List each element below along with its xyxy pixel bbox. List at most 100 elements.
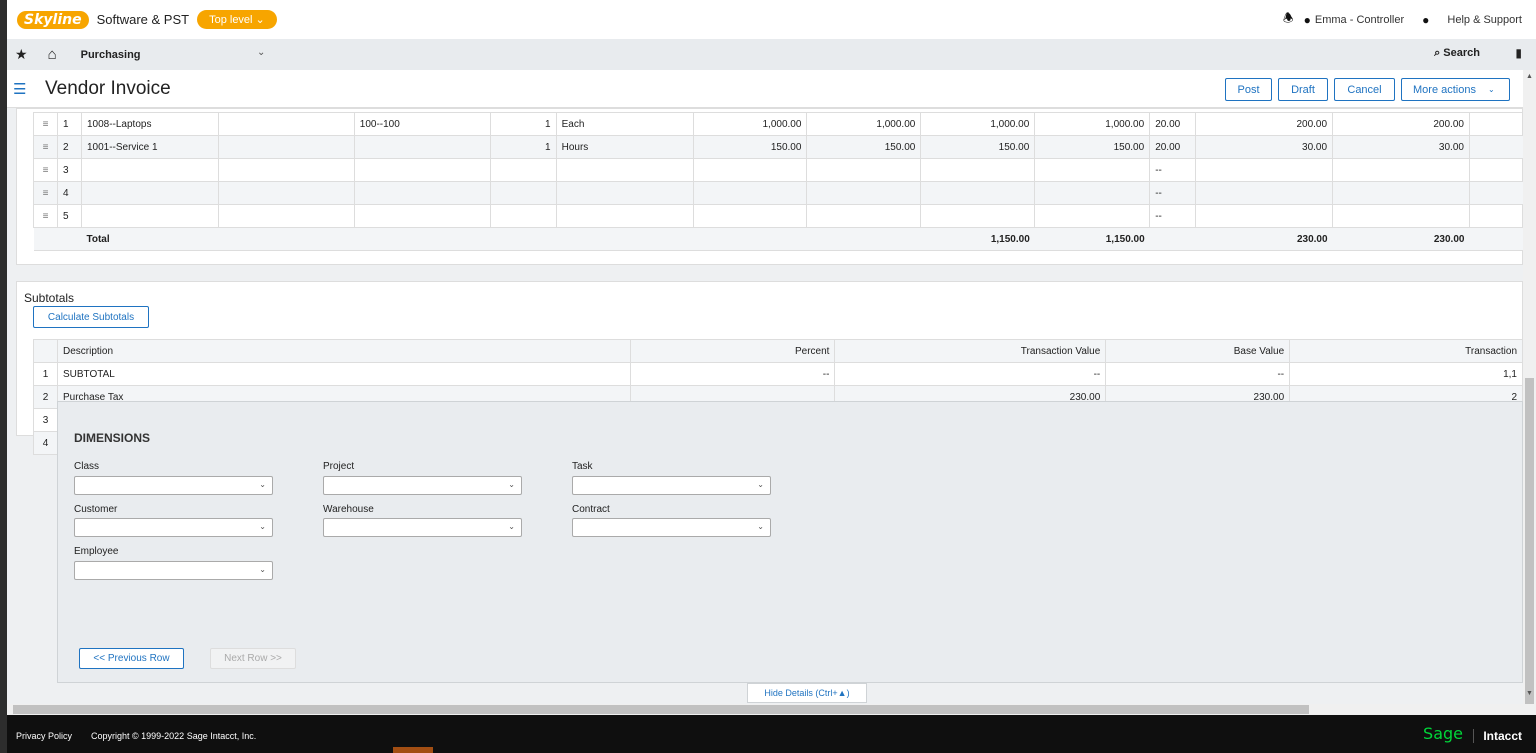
line-cell-extra[interactable] <box>1468 135 1523 159</box>
line-cell-p2[interactable] <box>806 181 922 205</box>
more-actions-dropdown[interactable]: More actions ⌄ <box>1401 78 1510 101</box>
line-cell-t2[interactable] <box>1332 181 1470 205</box>
line-cell-p3[interactable] <box>920 181 1036 205</box>
line-cell-rate[interactable]: -- <box>1149 181 1197 205</box>
line-cell-item[interactable]: 1008--Laptops <box>80 112 219 136</box>
project-select[interactable]: ⌄ <box>323 476 522 495</box>
line-cell-p4[interactable]: 1,000.00 <box>1034 112 1151 136</box>
line-cell-t1[interactable]: 30.00 <box>1195 135 1334 159</box>
line-cell-extra[interactable] <box>1468 112 1523 136</box>
search-button[interactable]: ⌕ Search <box>1434 47 1480 60</box>
hide-details-tab[interactable]: Hide Details (Ctrl+▲) <box>747 683 867 703</box>
bookmark-icon[interactable]: ▮ <box>1515 46 1522 60</box>
line-item-row[interactable]: ≡ 2 1001--Service 1 1 Hours 150.00 150.00 150.0… <box>33 135 1523 159</box>
class-select[interactable]: ⌄ <box>74 476 273 495</box>
draft-button[interactable]: Draft <box>1278 78 1328 101</box>
line-cell-c2[interactable] <box>217 204 355 228</box>
line-cell-extra[interactable] <box>1468 204 1523 228</box>
line-cell-p4[interactable] <box>1034 204 1151 228</box>
contract-select[interactable]: ⌄ <box>572 518 771 537</box>
line-cell-unit[interactable]: Each <box>555 112 694 136</box>
line-cell-p1[interactable]: 150.00 <box>692 135 808 159</box>
line-cell-c3[interactable] <box>353 181 491 205</box>
previous-row-button[interactable]: << Previous Row <box>79 648 184 669</box>
line-item-row[interactable]: ≡ 5 -- <box>33 204 1523 228</box>
line-cell-p1[interactable] <box>692 204 808 228</box>
cancel-button[interactable]: Cancel <box>1334 78 1395 101</box>
scroll-up-arrow-icon[interactable]: ▲ <box>1526 73 1533 80</box>
line-cell-extra[interactable] <box>1468 158 1523 182</box>
home-icon[interactable]: ⌂ <box>48 46 57 63</box>
line-cell-p4[interactable] <box>1034 181 1151 205</box>
line-cell-p2[interactable]: 150.00 <box>806 135 922 159</box>
row-drag-handle-icon[interactable]: ≡ <box>33 181 58 205</box>
line-cell-item[interactable] <box>80 204 219 228</box>
line-cell-p3[interactable]: 1,000.00 <box>920 112 1036 136</box>
line-cell-t2[interactable]: 30.00 <box>1332 135 1470 159</box>
line-cell-p2[interactable] <box>806 158 922 182</box>
line-cell-t2[interactable] <box>1332 158 1470 182</box>
help-support-link[interactable]: Help & Support <box>1447 14 1522 26</box>
line-cell-p3[interactable]: 150.00 <box>920 135 1036 159</box>
line-cell-t2[interactable]: 200.00 <box>1332 112 1470 136</box>
line-cell-p1[interactable] <box>692 181 808 205</box>
line-cell-unit[interactable] <box>555 181 694 205</box>
line-cell-qty[interactable] <box>489 158 557 182</box>
line-cell-p2[interactable]: 1,000.00 <box>806 112 922 136</box>
privacy-policy-link[interactable]: Privacy Policy <box>16 731 72 741</box>
line-item-row[interactable]: ≡ 1 1008--Laptops 100--100 1 Each 1,000.00 1,00… <box>33 112 1523 136</box>
line-cell-p1[interactable] <box>692 158 808 182</box>
row-drag-handle-icon[interactable]: ≡ <box>33 112 58 136</box>
list-menu-icon[interactable]: ☰ <box>13 80 26 98</box>
line-cell-unit[interactable] <box>555 158 694 182</box>
warehouse-select[interactable]: ⌄ <box>323 518 522 537</box>
line-cell-rate[interactable]: 20.00 <box>1149 112 1197 136</box>
line-cell-qty[interactable] <box>489 204 557 228</box>
employee-select[interactable]: ⌄ <box>74 561 273 580</box>
line-cell-unit[interactable] <box>555 204 694 228</box>
line-cell-t1[interactable] <box>1195 204 1334 228</box>
line-cell-c2[interactable] <box>217 112 355 136</box>
line-cell-c3[interactable] <box>353 135 491 159</box>
customer-select[interactable]: ⌄ <box>74 518 273 537</box>
line-cell-t1[interactable] <box>1195 158 1334 182</box>
line-cell-p4[interactable] <box>1034 158 1151 182</box>
line-cell-extra[interactable] <box>1468 181 1523 205</box>
line-cell-c2[interactable] <box>217 135 355 159</box>
line-cell-t2[interactable] <box>1332 204 1470 228</box>
line-cell-item[interactable] <box>80 158 219 182</box>
line-cell-item[interactable]: 1001--Service 1 <box>80 135 219 159</box>
post-button[interactable]: Post <box>1225 78 1272 101</box>
line-cell-qty[interactable] <box>489 181 557 205</box>
horizontal-scrollbar[interactable] <box>7 704 1536 715</box>
line-cell-qty[interactable]: 1 <box>489 112 557 136</box>
horizontal-scroll-thumb[interactable] <box>13 705 1309 714</box>
line-cell-p1[interactable]: 1,000.00 <box>692 112 808 136</box>
row-drag-handle-icon[interactable]: ≡ <box>33 158 58 182</box>
task-select[interactable]: ⌄ <box>572 476 771 495</box>
line-cell-p3[interactable] <box>920 158 1036 182</box>
line-cell-t1[interactable] <box>1195 181 1334 205</box>
module-menu-purchasing[interactable]: Purchasing <box>81 49 141 61</box>
line-cell-t1[interactable]: 200.00 <box>1195 112 1334 136</box>
line-cell-c2[interactable] <box>217 158 355 182</box>
line-cell-unit[interactable]: Hours <box>555 135 694 159</box>
scroll-down-arrow-icon[interactable]: ▼ <box>1526 690 1533 697</box>
line-cell-qty[interactable]: 1 <box>489 135 557 159</box>
line-cell-p4[interactable]: 150.00 <box>1034 135 1151 159</box>
company-name[interactable]: Software & PST <box>97 12 189 27</box>
announcement-icon[interactable]: 🕭 <box>1283 9 1294 30</box>
entity-level-dropdown[interactable]: Top level ⌄ <box>197 10 277 29</box>
row-drag-handle-icon[interactable]: ≡ <box>33 135 58 159</box>
line-cell-p3[interactable] <box>920 204 1036 228</box>
vertical-scrollbar[interactable]: ▲ ▼ <box>1523 70 1536 753</box>
line-cell-c3[interactable]: 100--100 <box>353 112 491 136</box>
line-cell-c3[interactable] <box>353 158 491 182</box>
line-cell-rate[interactable]: 20.00 <box>1149 135 1197 159</box>
line-item-row[interactable]: ≡ 4 -- <box>33 181 1523 205</box>
line-item-row[interactable]: ≡ 3 -- <box>33 158 1523 182</box>
line-cell-c3[interactable] <box>353 204 491 228</box>
user-menu[interactable]: Emma - Controller <box>1315 14 1404 26</box>
line-cell-rate[interactable]: -- <box>1149 158 1197 182</box>
line-cell-c2[interactable] <box>217 181 355 205</box>
